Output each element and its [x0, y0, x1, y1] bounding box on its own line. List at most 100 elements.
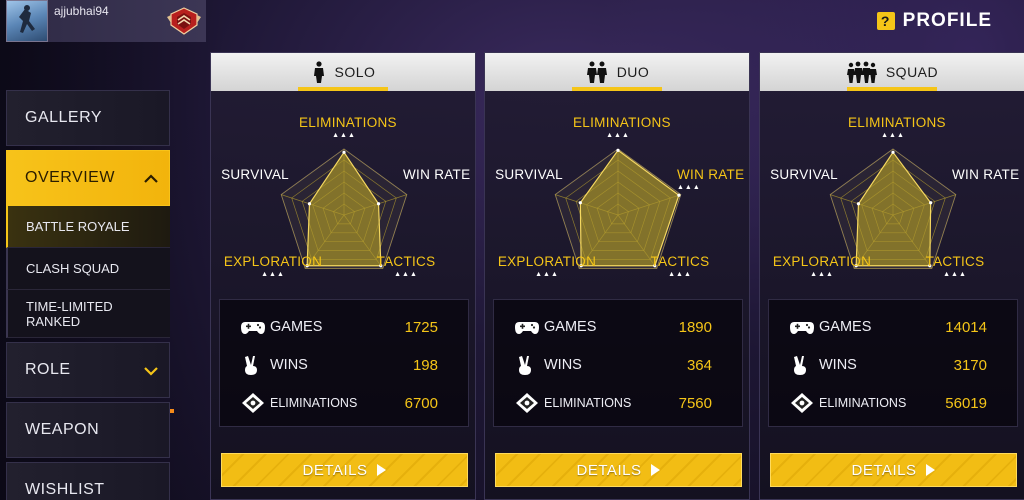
sidebar-item-gallery[interactable]: GALLERY: [6, 90, 170, 146]
gamepad-icon: [789, 316, 815, 338]
radar-point-survival: [856, 202, 861, 206]
stat-row-eliminations: ELIMINATIONS 6700: [220, 388, 468, 418]
player-bar[interactable]: ajjubhai94: [6, 0, 206, 42]
sidebar-item-role[interactable]: ROLE: [6, 342, 170, 398]
radar-label-survival: SURVIVAL: [495, 167, 563, 182]
radar-label-eliminations: ELIMINATIONS: [299, 115, 397, 130]
radar-point-win_rate: [376, 202, 381, 206]
sidebar-item-overview[interactable]: OVERVIEW: [6, 150, 170, 206]
help-icon[interactable]: ?: [876, 12, 895, 30]
rank-dots: ▲▲▲: [535, 271, 559, 278]
rank-dots: ▲▲▲: [606, 132, 630, 139]
rank-dots: ▲▲▲: [394, 271, 418, 278]
rank-dots: ▲▲▲: [810, 271, 834, 278]
details-label: DETAILS: [302, 461, 368, 479]
details-button[interactable]: DETAILS: [495, 453, 742, 487]
subnav-battle-royale[interactable]: BATTLE ROYALE: [6, 206, 170, 248]
sidebar-item-wishlist[interactable]: WISHLIST: [6, 462, 170, 500]
radar-label-tactics: TACTICS: [925, 254, 985, 269]
stat-row-eliminations: ELIMINATIONS 7560: [494, 388, 742, 418]
sidebar: GALLERY OVERVIEW BATTLE ROYALE CLASH SQU…: [6, 90, 170, 500]
radar-point-eliminations: [342, 150, 346, 154]
mode-card-squad: SQUAD ELIMINATIONS ▲▲▲ WIN RATE TACTICS ▲▲▲ E…: [759, 52, 1024, 500]
rank-dots: ▲▲▲: [668, 271, 692, 278]
overview-subnav: BATTLE ROYALE CLASH SQUAD TIME-LIMITED R…: [6, 206, 170, 338]
radar-label-win-rate: WIN RATE: [952, 167, 1020, 182]
stat-label: ELIMINATIONS: [270, 396, 358, 410]
play-arrow-icon: [377, 464, 387, 476]
radar-label-eliminations: ELIMINATIONS: [848, 115, 946, 130]
radar-chart: ELIMINATIONS ▲▲▲ WIN RATE TACTICS ▲▲▲ EXPLORA…: [760, 115, 1024, 295]
sidebar-item-weapon[interactable]: WEAPON: [6, 402, 170, 458]
stat-value-games: 1725: [404, 318, 438, 336]
stat-row-games: GAMES 1890: [494, 312, 742, 342]
gamepad-icon: [240, 316, 266, 338]
duo-icon: [586, 61, 607, 83]
decorative-dot: [170, 409, 174, 413]
victory-hand-icon: [789, 354, 815, 376]
stats-panel: GAMES 1890 WINS 364 ELIMINATIONS 7560: [493, 299, 743, 427]
stat-value-games: 14014: [945, 318, 987, 336]
stat-value-eliminations: 56019: [945, 394, 987, 412]
radar-label-eliminations: ELIMINATIONS: [573, 115, 671, 130]
sidebar-item-label: WEAPON: [25, 421, 100, 438]
mode-title: SQUAD: [885, 64, 939, 80]
mode-card-header: DUO: [485, 53, 749, 91]
radar-label-survival: SURVIVAL: [770, 167, 838, 182]
stat-row-eliminations: ELIMINATIONS 56019: [769, 388, 1017, 418]
solo-icon: [313, 61, 324, 83]
rank-dots: ▲▲▲: [261, 271, 285, 278]
sidebar-item-label: GALLERY: [25, 109, 103, 126]
radar-label-win-rate: WIN RATE: [403, 167, 471, 182]
mode-card-duo: DUO ELIMINATIONS ▲▲▲ WIN RATE ▲▲▲ TACTICS ▲▲▲…: [484, 52, 750, 500]
username: ajjubhai94: [54, 4, 109, 18]
stat-label: WINS: [544, 357, 582, 373]
crosshair-icon: [514, 392, 540, 414]
radar-label-exploration: EXPLORATION: [497, 254, 597, 269]
crosshair-icon: [240, 392, 266, 414]
player-avatar[interactable]: [6, 0, 48, 42]
profile-header[interactable]: ? PROFILE: [876, 10, 992, 32]
stats-panel: GAMES 14014 WINS 3170 ELIMINATIONS 56019: [768, 299, 1018, 427]
subnav-time-limited-ranked[interactable]: TIME-LIMITED RANKED: [6, 290, 170, 338]
radar-point-eliminations: [891, 150, 895, 154]
rank-dots: ▲▲▲: [881, 132, 905, 139]
stat-row-wins: WINS 364: [494, 350, 742, 380]
stat-label: ELIMINATIONS: [819, 396, 907, 410]
radar-label-tactics: TACTICS: [650, 254, 710, 269]
stat-value-wins: 198: [412, 356, 438, 374]
details-button[interactable]: DETAILS: [770, 453, 1017, 487]
stat-label: ELIMINATIONS: [544, 396, 632, 410]
victory-hand-icon: [240, 354, 266, 376]
details-label: DETAILS: [851, 461, 917, 479]
play-arrow-icon: [926, 464, 936, 476]
stat-label: WINS: [819, 357, 857, 373]
victory-hand-icon: [514, 354, 540, 376]
rank-dots: ▲▲▲: [943, 271, 967, 278]
subnav-label: TIME-LIMITED RANKED: [26, 298, 113, 329]
radar-point-win_rate: [677, 193, 681, 197]
sidebar-item-label: ROLE: [25, 361, 71, 378]
play-arrow-icon: [651, 464, 661, 476]
rank-dots: ▲▲▲: [677, 184, 701, 191]
stat-label: GAMES: [544, 319, 597, 335]
radar-chart: ELIMINATIONS ▲▲▲ WIN RATE ▲▲▲ TACTICS ▲▲▲ EXPL…: [485, 115, 751, 295]
stat-row-games: GAMES 14014: [769, 312, 1017, 342]
details-button[interactable]: DETAILS: [221, 453, 468, 487]
crosshair-icon: [789, 392, 815, 414]
rank-badge-icon[interactable]: [164, 5, 204, 37]
subnav-label: CLASH SQUAD: [26, 261, 120, 276]
radar-label-exploration: EXPLORATION: [772, 254, 872, 269]
stat-value-wins: 3170: [953, 356, 987, 374]
rank-dots: ▲▲▲: [332, 132, 356, 139]
radar-point-win_rate: [929, 201, 933, 205]
stat-label: GAMES: [819, 319, 872, 335]
sidebar-item-label: WISHLIST: [25, 481, 105, 498]
mode-title: DUO: [616, 64, 650, 80]
mode-card-solo: SOLO ELIMINATIONS ▲▲▲ WIN RATE TACTICS ▲▲▲ EX…: [210, 52, 476, 500]
radar-point-eliminations: [616, 148, 620, 152]
stat-value-eliminations: 7560: [678, 394, 712, 412]
squad-icon: [846, 61, 877, 83]
stat-value-eliminations: 6700: [404, 394, 438, 412]
subnav-clash-squad[interactable]: CLASH SQUAD: [6, 248, 170, 290]
